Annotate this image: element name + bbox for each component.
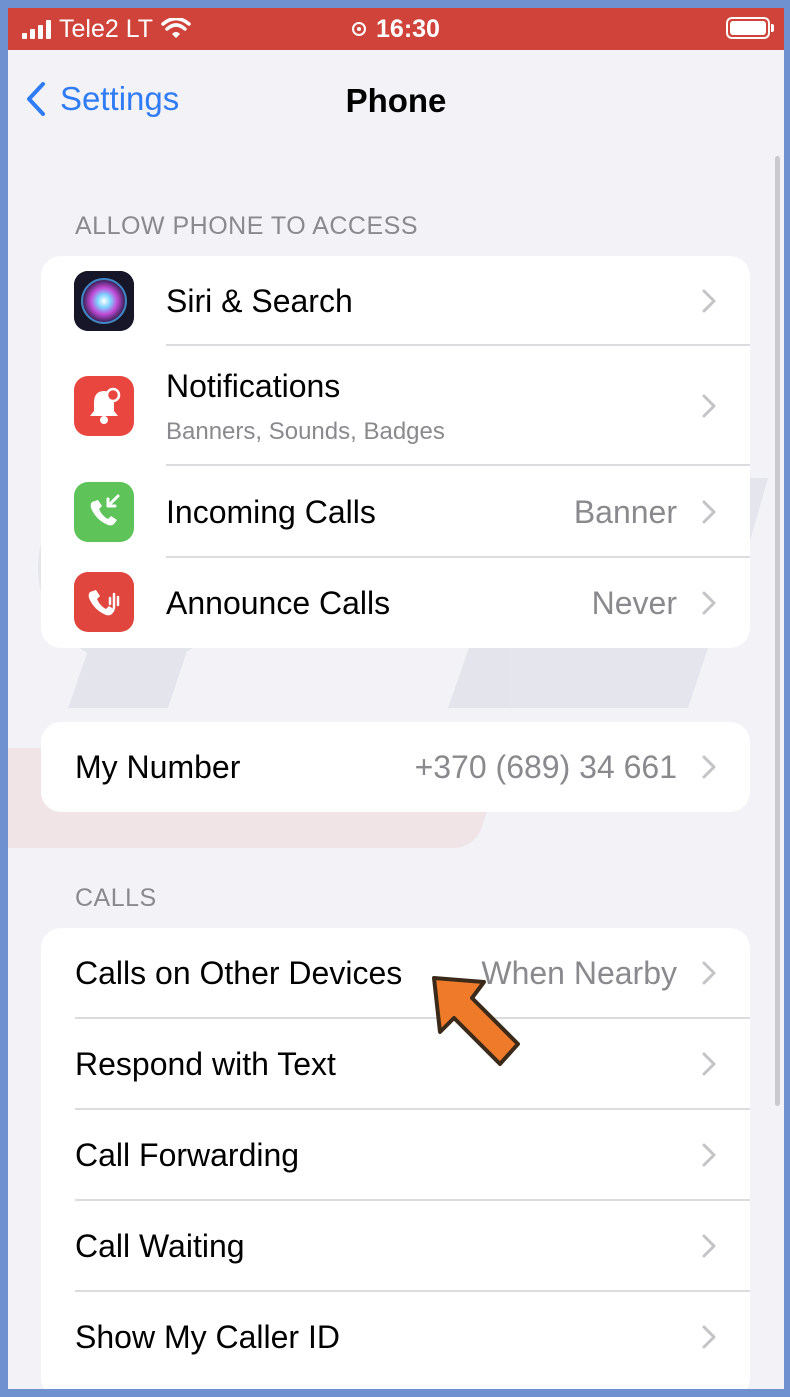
carrier-name: Tele2 LT bbox=[59, 14, 154, 43]
status-time: 16:30 bbox=[376, 14, 440, 43]
my-number-group: My Number +370 (689) 34 661 bbox=[41, 722, 750, 812]
settings-row-show-my-caller-id[interactable]: Show My Caller ID bbox=[41, 1292, 750, 1383]
access-settings-group: Siri & Search Notifications Banners, Sou… bbox=[41, 256, 750, 648]
chevron-right-icon bbox=[702, 961, 716, 985]
chevron-right-icon bbox=[702, 289, 716, 313]
wifi-icon bbox=[161, 18, 191, 38]
settings-row-call-waiting[interactable]: Call Waiting bbox=[41, 1201, 750, 1292]
navigation-bar: Settings Phone bbox=[8, 50, 784, 150]
chevron-right-icon bbox=[702, 1143, 716, 1167]
page-title: Phone bbox=[345, 82, 447, 119]
row-label: My Number bbox=[75, 749, 241, 785]
row-label: Respond with Text bbox=[75, 1046, 336, 1082]
settings-row-announce-calls[interactable]: Announce Calls Never bbox=[41, 558, 750, 648]
row-label: Call Forwarding bbox=[75, 1137, 300, 1173]
siri-icon bbox=[74, 271, 134, 331]
settings-row-respond-with-text[interactable]: Respond with Text bbox=[41, 1019, 750, 1110]
chevron-right-icon bbox=[702, 1234, 716, 1258]
settings-row-incoming-calls[interactable]: Incoming Calls Banner bbox=[41, 466, 750, 558]
location-icon bbox=[352, 22, 367, 36]
settings-row-calls-on-other-devices[interactable]: Calls on Other Devices When Nearby bbox=[41, 928, 750, 1019]
status-bar: Tele2 LT 16:30 bbox=[8, 8, 784, 50]
row-value: Banner bbox=[573, 494, 677, 530]
chevron-right-icon bbox=[702, 500, 716, 524]
chevron-right-icon bbox=[702, 1325, 716, 1349]
chevron-right-icon bbox=[702, 591, 716, 615]
row-label: Incoming Calls bbox=[166, 494, 376, 530]
phone-screen: Tele2 LT 16:30 Settings Phone ALLOW PHON… bbox=[8, 8, 784, 1389]
row-label: Announce Calls bbox=[166, 585, 391, 621]
incoming-calls-icon bbox=[74, 482, 134, 542]
announce-calls-icon bbox=[74, 572, 134, 632]
row-label: Calls on Other Devices bbox=[75, 955, 403, 991]
scrollbar[interactable] bbox=[775, 156, 780, 1106]
signal-strength-icon bbox=[22, 19, 51, 39]
row-sublabel: Banners, Sounds, Badges bbox=[166, 418, 445, 445]
chevron-right-icon bbox=[702, 1052, 716, 1076]
row-label: Call Waiting bbox=[75, 1228, 245, 1264]
chevron-right-icon bbox=[702, 394, 716, 418]
row-label: Show My Caller ID bbox=[75, 1319, 340, 1355]
row-label: Siri & Search bbox=[166, 283, 353, 319]
settings-row-call-forwarding[interactable]: Call Forwarding bbox=[41, 1110, 750, 1201]
row-label: Notifications bbox=[166, 368, 341, 404]
row-value: +370 (689) 34 661 bbox=[414, 749, 677, 785]
battery-icon bbox=[726, 17, 774, 39]
notifications-icon bbox=[74, 376, 134, 436]
section-header-calls: CALLS bbox=[75, 884, 157, 912]
annotation-arrow-icon bbox=[432, 976, 520, 1066]
settings-row-my-number[interactable]: My Number +370 (689) 34 661 bbox=[41, 722, 750, 812]
row-value: Never bbox=[591, 585, 677, 621]
chevron-right-icon bbox=[702, 755, 716, 779]
section-header-access: ALLOW PHONE TO ACCESS bbox=[75, 212, 419, 240]
calls-settings-group: Calls on Other Devices When Nearby Respo… bbox=[41, 928, 750, 1389]
settings-row-siri-search[interactable]: Siri & Search bbox=[41, 256, 750, 346]
settings-row-notifications[interactable]: Notifications Banners, Sounds, Badges bbox=[41, 346, 750, 466]
